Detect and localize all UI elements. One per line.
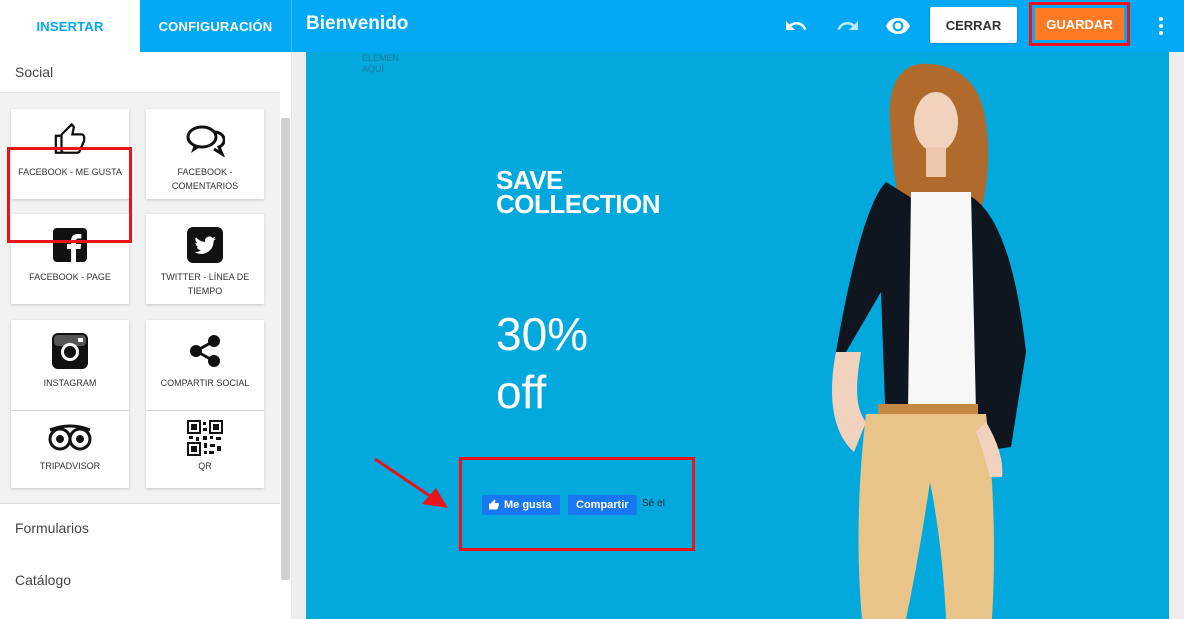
tab-configuracion[interactable]: CONFIGURACIÓN bbox=[140, 0, 292, 52]
widget-label: INSTAGRAM bbox=[43, 378, 97, 388]
widget-facebook-like[interactable]: FACEBOOK - ME GUSTA bbox=[11, 109, 129, 199]
save-button-highlight: GUARDAR bbox=[1029, 2, 1130, 46]
drop-placeholder: ELEMEN AQUÍ bbox=[362, 53, 400, 74]
facebook-like-note: Sé el bbox=[642, 498, 665, 509]
widget-facebook-page[interactable]: FACEBOOK - PAGE bbox=[11, 214, 129, 304]
widget-qr[interactable]: QR bbox=[146, 411, 264, 488]
widget-tripadvisor[interactable]: TRIPADVISOR bbox=[11, 411, 129, 488]
facebook-like-button[interactable]: Me gusta bbox=[482, 495, 560, 515]
redo-icon[interactable] bbox=[834, 12, 862, 40]
widget-share-social[interactable]: COMPARTIR SOCIAL bbox=[146, 320, 264, 410]
widget-instagram[interactable]: INSTAGRAM bbox=[11, 320, 129, 410]
facebook-like-label: Me gusta bbox=[504, 499, 552, 511]
model-photo bbox=[831, 63, 1026, 619]
section-social[interactable]: Social bbox=[0, 52, 280, 92]
widget-label: COMPARTIR SOCIAL bbox=[160, 378, 250, 388]
editor-canvas[interactable]: ELEMEN AQUÍ SAVE COLLECTION 30% off Me g… bbox=[306, 52, 1169, 619]
facebook-icon bbox=[53, 226, 87, 264]
undo-icon[interactable] bbox=[782, 12, 810, 40]
widget-facebook-comments[interactable]: FACEBOOK - COMENTARIOS bbox=[146, 109, 264, 199]
widget-label: TRIPADVISOR bbox=[39, 461, 101, 471]
widget-label: TWITTER - LÍNEA DE TIEMPO bbox=[160, 272, 250, 296]
headline[interactable]: SAVE COLLECTION bbox=[496, 168, 662, 216]
save-button[interactable]: GUARDAR bbox=[1035, 8, 1124, 40]
twitter-icon bbox=[187, 226, 223, 264]
tripadvisor-icon bbox=[48, 421, 92, 455]
widget-label: FACEBOOK - PAGE bbox=[29, 272, 111, 282]
social-widgets-grid: FACEBOOK - ME GUSTA FACEBOOK - COMENTARI… bbox=[0, 92, 280, 504]
widget-label: FACEBOOK - COMENTARIOS bbox=[171, 167, 239, 191]
thumbs-up-icon bbox=[489, 499, 499, 510]
widget-twitter-timeline[interactable]: TWITTER - LÍNEA DE TIEMPO bbox=[146, 214, 264, 304]
page-title: Bienvenido bbox=[306, 13, 409, 34]
qr-code-icon bbox=[187, 420, 223, 456]
sidebar: Social FACEBOOK - ME GUSTA FACEBOOK - CO… bbox=[0, 52, 292, 619]
section-formularios[interactable]: Formularios bbox=[0, 508, 280, 548]
more-options-icon[interactable] bbox=[1152, 12, 1170, 40]
instagram-icon bbox=[52, 332, 88, 370]
widget-label: QR bbox=[198, 461, 212, 471]
tab-insertar[interactable]: INSERTAR bbox=[0, 0, 140, 52]
section-catalogo[interactable]: Catálogo bbox=[0, 560, 280, 600]
discount-percent[interactable]: 30% bbox=[496, 307, 588, 361]
sidebar-scrollbar[interactable] bbox=[281, 118, 290, 580]
preview-eye-icon[interactable] bbox=[884, 12, 912, 40]
facebook-share-button[interactable]: Compartir bbox=[568, 495, 637, 515]
widget-label: FACEBOOK - ME GUSTA bbox=[18, 167, 122, 177]
comments-icon bbox=[185, 121, 225, 159]
app-window: INSERTAR CONFIGURACIÓN Bienvenido CERRAR… bbox=[0, 0, 1184, 619]
close-button[interactable]: CERRAR bbox=[930, 7, 1017, 43]
discount-off[interactable]: off bbox=[496, 365, 546, 419]
share-icon bbox=[187, 332, 223, 370]
thumbs-up-icon bbox=[53, 121, 87, 159]
top-bar: INSERTAR CONFIGURACIÓN Bienvenido CERRAR… bbox=[0, 0, 1184, 52]
